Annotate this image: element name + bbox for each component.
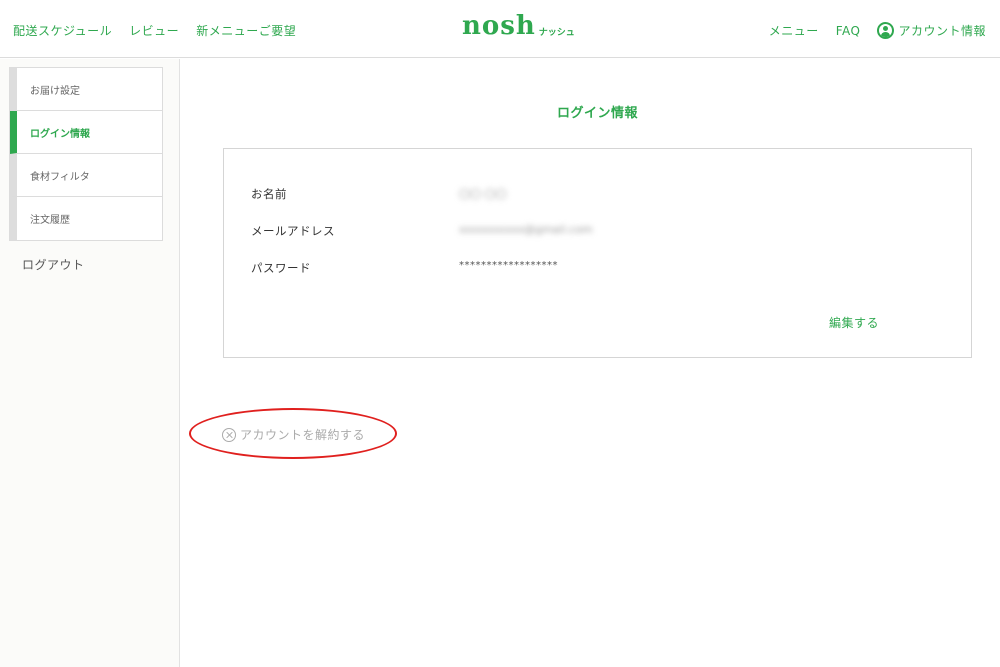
user-icon — [877, 22, 895, 39]
email-value: xxxxxxxxxx@gmail.com — [459, 223, 593, 236]
nav-left: 配送スケジュール レビュー 新メニューご要望 — [13, 22, 296, 39]
sidebar-item-label: 注文履歴 — [30, 215, 70, 226]
sidebar-item-label: 食材フィルタ — [30, 171, 90, 183]
logo-subtext: ナッシュ — [538, 28, 575, 38]
nav-right: メニュー FAQ アカウント情報 — [769, 22, 986, 39]
nav-menu[interactable]: メニュー — [769, 22, 819, 39]
header: 配送スケジュール レビュー 新メニューご要望 nosh ナッシュ メニュー FA… — [0, 0, 1000, 58]
nav-menu-request[interactable]: 新メニューご要望 — [196, 22, 296, 39]
password-label: パスワード — [251, 261, 311, 275]
nav-review[interactable]: レビュー — [129, 22, 179, 39]
sidebar: お届け設定 ログイン情報 食材フィルタ 注文履歴 ログアウト — [0, 59, 180, 667]
email-label: メールアドレス — [251, 224, 335, 238]
nav-faq[interactable]: FAQ — [836, 24, 861, 38]
name-value: 〇〇 〇〇 — [459, 188, 507, 201]
highlight-annotation — [189, 408, 397, 459]
logout-link[interactable]: ログアウト — [22, 256, 85, 273]
logo-text: nosh — [462, 11, 536, 41]
sidebar-item-label: お届け設定 — [30, 85, 80, 97]
edit-button[interactable]: 編集する — [829, 314, 879, 331]
nav-account[interactable]: アカウント情報 — [877, 22, 986, 39]
sidebar-item-login-info[interactable]: ログイン情報 — [10, 111, 162, 154]
sidebar-item-delivery-settings[interactable]: お届け設定 — [10, 68, 162, 111]
page-title: ログイン情報 — [556, 106, 638, 121]
password-value: ****************** — [459, 260, 558, 271]
sidebar-menu: お届け設定 ログイン情報 食材フィルタ 注文履歴 — [9, 67, 163, 241]
sidebar-item-order-history[interactable]: 注文履歴 — [10, 197, 162, 240]
account-label: アカウント情報 — [898, 24, 986, 38]
name-label: お名前 — [251, 187, 287, 201]
logo[interactable]: nosh ナッシュ — [462, 13, 575, 39]
login-info-card: お名前 〇〇 〇〇 メールアドレス xxxxxxxxxx@gmail.com パ… — [223, 148, 972, 358]
sidebar-item-label: ログイン情報 — [30, 128, 90, 140]
sidebar-item-ingredient-filter[interactable]: 食材フィルタ — [10, 154, 162, 197]
nav-delivery-schedule[interactable]: 配送スケジュール — [13, 22, 112, 39]
